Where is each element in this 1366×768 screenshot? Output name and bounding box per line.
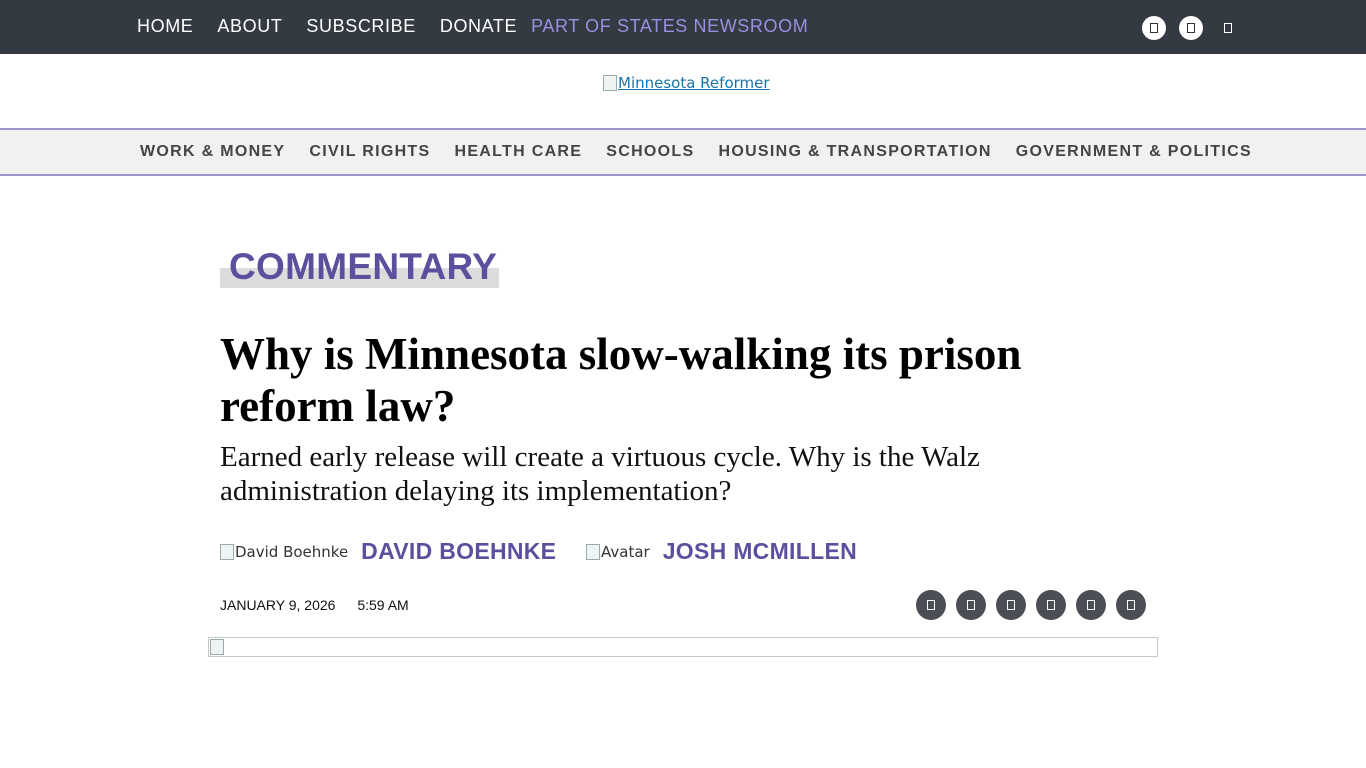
author-name-link[interactable]: JOSH MCMILLEN (663, 538, 857, 565)
top-nav: HOME ABOUT SUBSCRIBE DONATE PART OF STAT… (137, 15, 808, 37)
author-avatar: David Boehnke (220, 543, 348, 561)
author-byline: David Boehnke DAVID BOEHNKE (220, 538, 556, 565)
broken-image-icon (586, 543, 600, 560)
article-headline: Why is Minnesota slow-walking its prison… (220, 329, 1022, 431)
nav-donate-link[interactable]: DONATE (440, 15, 517, 37)
link-icon[interactable] (1116, 590, 1146, 620)
author-avatar-alt: David Boehnke (235, 542, 349, 561)
author-byline: Avatar JOSH MCMILLEN (586, 538, 857, 565)
kicker-label: COMMENTARY (229, 246, 498, 287)
featured-image (208, 637, 1158, 657)
category-health-care[interactable]: HEALTH CARE (454, 142, 582, 162)
twitter-icon[interactable] (1216, 16, 1240, 40)
article-dateline: JANUARY 9, 2026 5:59 AM (220, 597, 409, 613)
broken-image-icon (220, 543, 234, 560)
top-bar: HOME ABOUT SUBSCRIBE DONATE PART OF STAT… (0, 0, 1366, 54)
states-newsroom-link[interactable]: PART OF STATES NEWSROOM (531, 15, 808, 37)
print-icon[interactable] (1076, 590, 1106, 620)
category-housing-transportation[interactable]: HOUSING & TRANSPORTATION (718, 142, 991, 162)
nav-subscribe-link[interactable]: SUBSCRIBE (306, 15, 415, 37)
article-dek: Earned early release will create a virtu… (220, 441, 980, 507)
broken-image-icon (603, 75, 617, 91)
email-icon[interactable] (1036, 590, 1066, 620)
logo-alt-text: Minnesota Reformer (618, 74, 770, 92)
linkedin-icon[interactable] (996, 590, 1026, 620)
author-avatar: Avatar (586, 543, 650, 561)
nav-home-link[interactable]: HOME (137, 15, 193, 37)
share-buttons (916, 590, 1156, 620)
author-avatar-alt: Avatar (601, 542, 650, 561)
category-work-money[interactable]: WORK & MONEY (140, 142, 285, 162)
publish-date: JANUARY 9, 2026 (220, 597, 336, 613)
social-links (1142, 16, 1240, 40)
facebook-icon[interactable] (916, 590, 946, 620)
category-schools[interactable]: SCHOOLS (606, 142, 694, 162)
nav-about-link[interactable]: ABOUT (217, 15, 282, 37)
facebook-icon[interactable] (1142, 16, 1166, 40)
broken-image-icon (210, 639, 224, 655)
publish-time: 5:59 AM (357, 597, 409, 613)
category-government-politics[interactable]: GOVERNMENT & POLITICS (1016, 142, 1252, 162)
instagram-icon[interactable] (1179, 16, 1203, 40)
category-nav: WORK & MONEY CIVIL RIGHTS HEALTH CARE SC… (0, 128, 1366, 176)
author-name-link[interactable]: DAVID BOEHNKE (361, 538, 556, 565)
site-logo[interactable]: Minnesota Reformer (603, 74, 770, 92)
article-kicker[interactable]: COMMENTARY (220, 246, 499, 288)
category-civil-rights[interactable]: CIVIL RIGHTS (309, 142, 430, 162)
twitter-icon[interactable] (956, 590, 986, 620)
